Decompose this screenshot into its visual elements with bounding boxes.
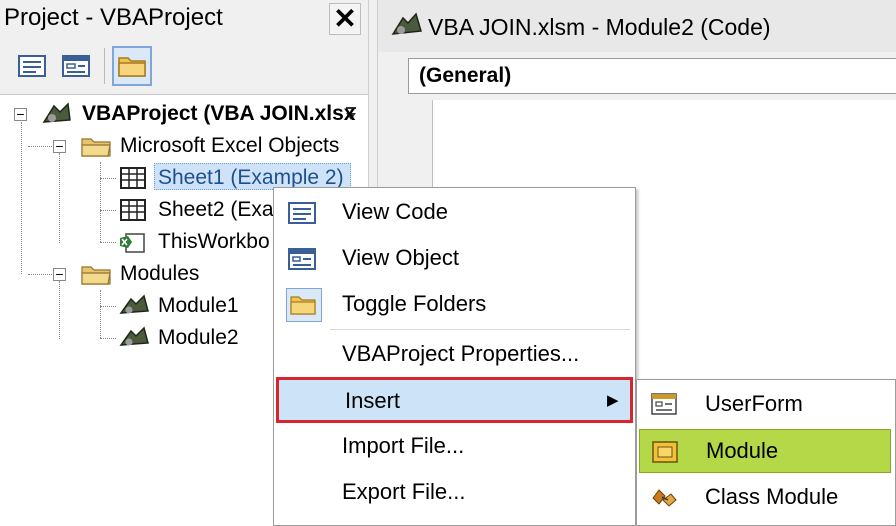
worksheet-icon bbox=[118, 198, 148, 222]
collapse-toggle[interactable]: − bbox=[53, 139, 66, 153]
worksheet-icon bbox=[118, 166, 148, 190]
menu-item-label: Toggle Folders bbox=[342, 291, 487, 316]
view-code-icon bbox=[286, 200, 318, 226]
module-icon bbox=[118, 325, 152, 351]
tree-connector bbox=[100, 210, 116, 211]
submenu-item-label: Class Module bbox=[705, 484, 839, 509]
tree-connector bbox=[100, 178, 116, 179]
menu-item-insert[interactable]: Insert ▶ bbox=[276, 377, 633, 423]
view-object-button[interactable] bbox=[56, 46, 96, 86]
menu-item-view-object[interactable]: View Object bbox=[274, 236, 635, 280]
toolbar-divider bbox=[104, 48, 105, 84]
tree-connector bbox=[59, 281, 60, 339]
module-icon bbox=[118, 293, 152, 319]
menu-item-vbaproject-properties[interactable]: VBAProject Properties... bbox=[274, 332, 635, 376]
collapse-toggle[interactable]: − bbox=[53, 267, 66, 281]
code-window-title: VBA JOIN.xlsm - Module2 (Code) bbox=[428, 14, 771, 40]
submenu-item-class-module[interactable]: Class Module bbox=[637, 475, 895, 519]
project-explorer-title: Project - VBAProject bbox=[4, 4, 223, 31]
code-window-titlebar: VBA JOIN.xlsm - Module2 (Code) bbox=[378, 0, 896, 52]
submenu-item-label: UserForm bbox=[705, 391, 803, 416]
tree-node-module1[interactable]: Module1 bbox=[158, 294, 239, 318]
workbook-icon bbox=[118, 230, 148, 254]
tree-connector bbox=[100, 242, 116, 243]
view-object-icon bbox=[286, 246, 318, 272]
tree-connector bbox=[21, 122, 22, 274]
folder-icon bbox=[80, 261, 114, 287]
view-code-button[interactable] bbox=[12, 46, 52, 86]
folder-icon bbox=[80, 133, 114, 159]
vba-project-icon bbox=[40, 100, 74, 128]
object-dropdown-value: (General) bbox=[419, 64, 512, 87]
close-icon: ✕ bbox=[333, 3, 357, 34]
tree-connector bbox=[100, 306, 116, 307]
toggle-folders-button[interactable] bbox=[112, 46, 152, 86]
menu-item-label: View Code bbox=[342, 199, 448, 224]
tree-node-module2[interactable]: Module2 bbox=[158, 326, 239, 350]
menu-item-label: Export File... bbox=[342, 479, 466, 504]
menu-item-export-file[interactable]: Export File... bbox=[274, 470, 635, 514]
tree-node-sheet2[interactable]: Sheet2 (Exa bbox=[158, 198, 274, 222]
menu-item-label: VBAProject Properties... bbox=[342, 341, 580, 366]
tree-connector bbox=[28, 274, 52, 275]
tree-connector bbox=[59, 153, 60, 243]
view-object-icon bbox=[62, 55, 90, 77]
tree-connector bbox=[100, 290, 101, 338]
submenu-item-userform[interactable]: UserForm bbox=[637, 382, 895, 426]
folder-icon bbox=[118, 57, 146, 77]
folder-icon bbox=[286, 288, 322, 322]
tree-node-modules[interactable]: Modules bbox=[120, 262, 199, 286]
project-explorer-titlebar: Project - VBAProject ✕ bbox=[0, 0, 368, 39]
tree-node-excel-objects[interactable]: Microsoft Excel Objects bbox=[120, 134, 339, 158]
menu-item-label: Import File... bbox=[342, 433, 465, 458]
menu-item-toggle-folders[interactable]: Toggle Folders bbox=[274, 282, 635, 326]
menu-separator bbox=[330, 329, 630, 330]
project-explorer-toolbar bbox=[0, 38, 368, 120]
tree-connector bbox=[100, 162, 101, 242]
submenu-item-label: Module bbox=[706, 438, 779, 463]
menu-item-import-file[interactable]: Import File... bbox=[274, 424, 635, 468]
submenu-item-module[interactable]: Module bbox=[639, 429, 891, 473]
context-menu: View Code View Object Toggle Folders VBA… bbox=[273, 187, 636, 526]
object-dropdown[interactable]: (General) bbox=[408, 58, 896, 94]
tree-connector bbox=[100, 338, 116, 339]
close-button[interactable]: ✕ bbox=[329, 3, 361, 35]
tree-node-thisworkbook[interactable]: ThisWorkbo bbox=[158, 230, 270, 254]
tree-connector bbox=[28, 146, 52, 147]
module-icon bbox=[650, 439, 680, 465]
module-icon bbox=[390, 10, 424, 42]
submenu-arrow-icon: ▶ bbox=[607, 392, 619, 409]
insert-submenu: UserForm Module Class Module bbox=[636, 379, 896, 526]
menu-item-label: View Object bbox=[342, 245, 459, 270]
menu-item-view-code[interactable]: View Code bbox=[274, 190, 635, 234]
userform-icon bbox=[649, 391, 679, 417]
view-code-icon bbox=[18, 55, 46, 77]
tree-node-vbaproject[interactable]: VBAProject (VBA JOIN.xlsx bbox=[82, 102, 355, 126]
menu-item-label: Insert bbox=[345, 388, 401, 413]
collapse-toggle[interactable]: − bbox=[14, 107, 27, 121]
class-module-icon bbox=[649, 484, 679, 510]
